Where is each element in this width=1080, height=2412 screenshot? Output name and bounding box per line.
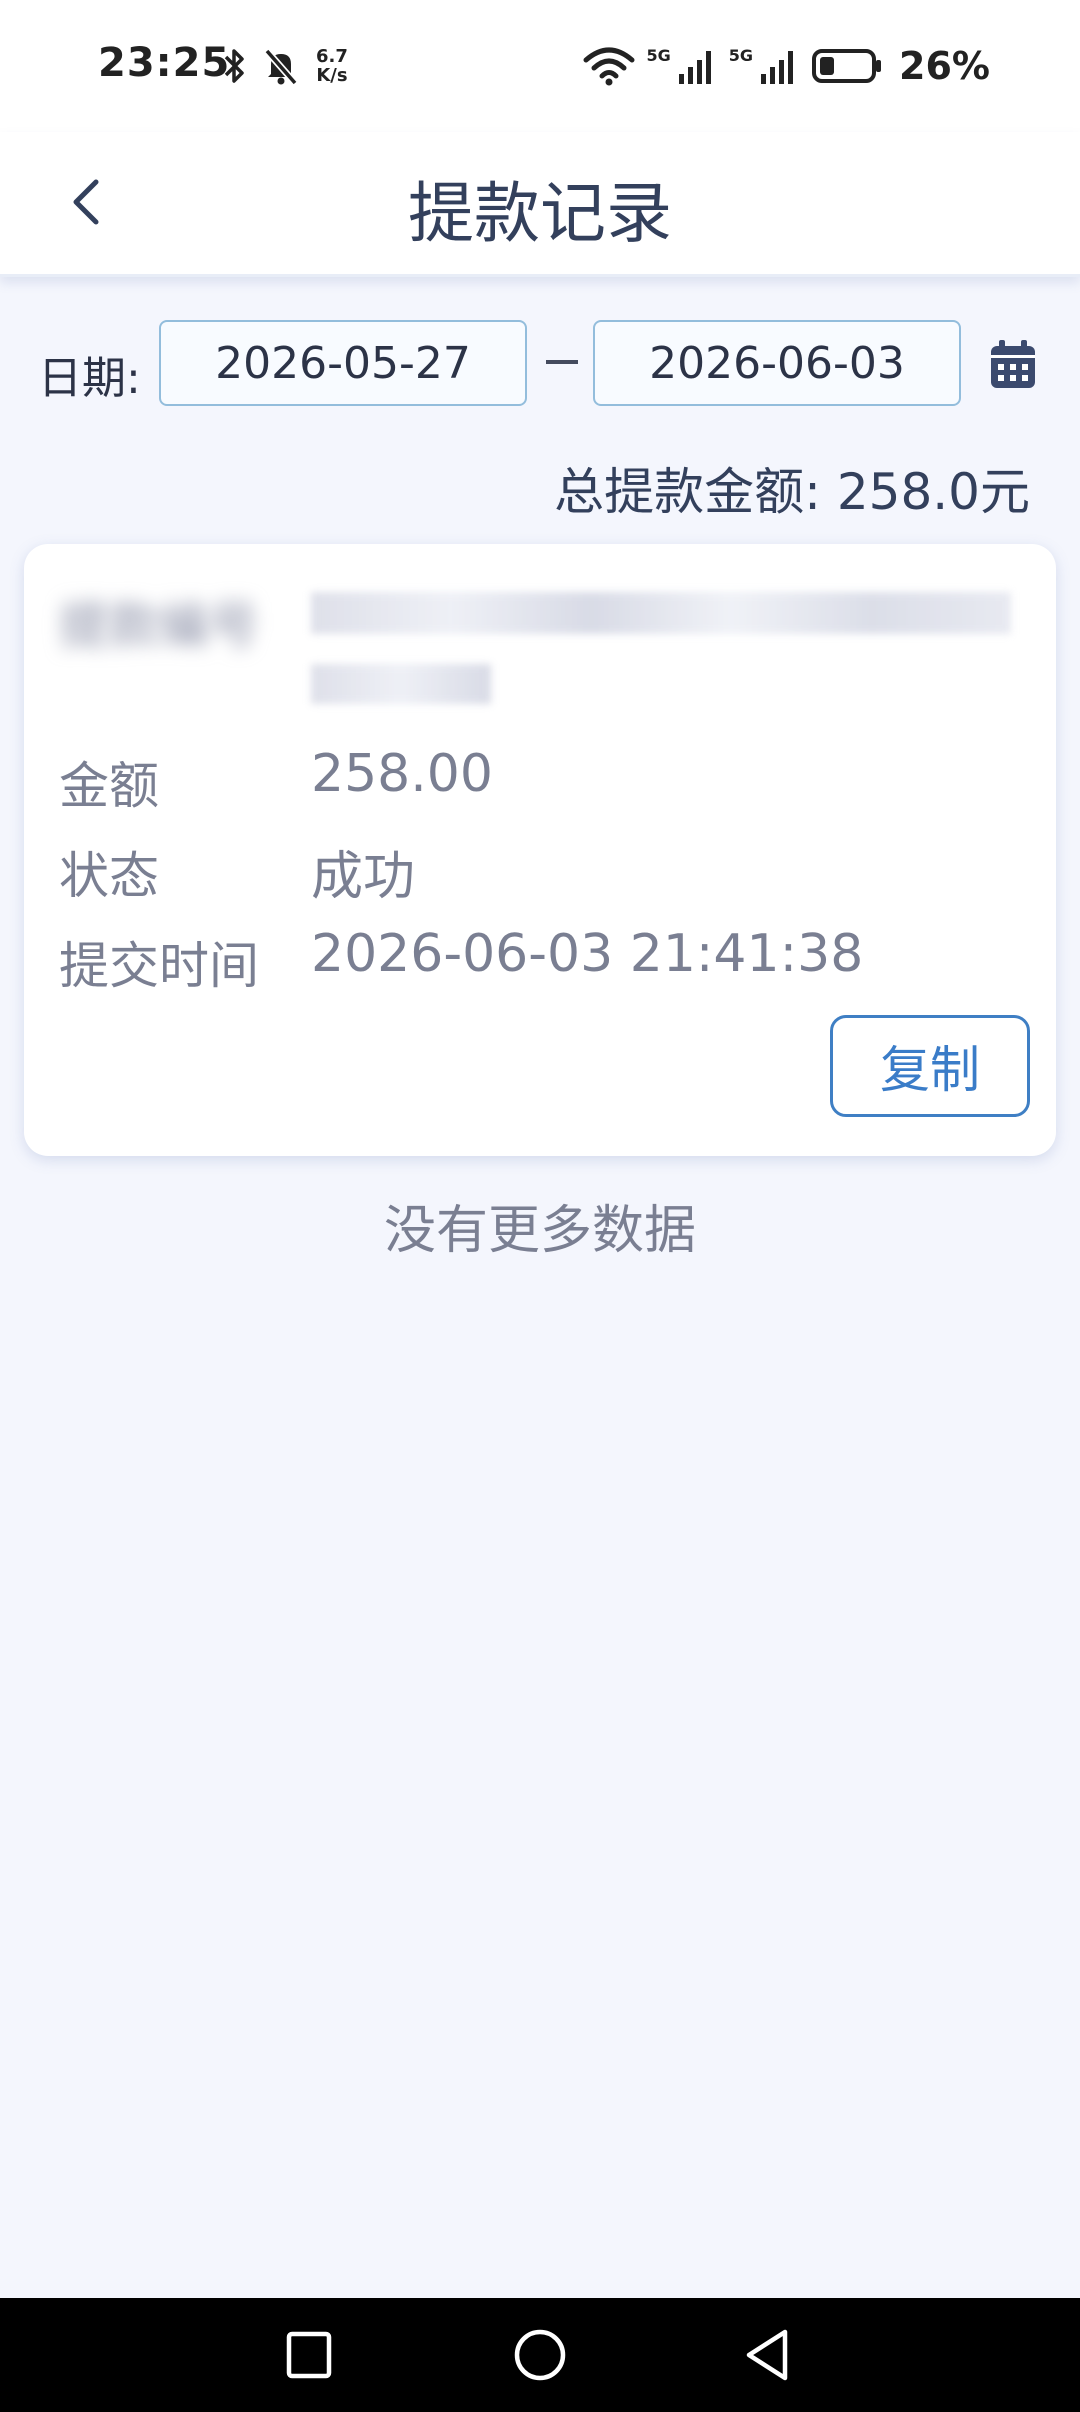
battery-icon	[812, 49, 882, 83]
end-date-field[interactable]: 2026-06-03	[593, 320, 961, 406]
record-id-value-redacted	[311, 584, 1023, 708]
page-title: 提款记录	[408, 175, 672, 252]
total-withdrawal-amount: 总提款金额: 258.0元	[554, 463, 1030, 521]
wifi-icon	[583, 47, 634, 86]
submit-time-label: 提交时间	[59, 937, 259, 995]
status-icons-right: 5G 5G 26%	[583, 42, 990, 90]
sim2-network-type: 5G	[728, 46, 754, 65]
date-range-separator	[546, 360, 578, 364]
back-nav-button[interactable]	[735, 2320, 805, 2390]
recent-apps-button[interactable]	[274, 2320, 344, 2390]
network-speed-unit: K/s	[316, 65, 348, 86]
status-icons-left: 6.7 K/s	[222, 44, 348, 88]
signal-icon	[678, 51, 711, 84]
amount-label: 金额	[59, 757, 159, 815]
calendar-icon[interactable]	[988, 338, 1038, 392]
no-more-data-text: 没有更多数据	[383, 1201, 696, 1261]
silent-bell-icon	[264, 48, 298, 86]
status-time: 23:25	[98, 40, 231, 86]
system-navigation-bar	[0, 2298, 1080, 2412]
status-label: 状态	[59, 847, 159, 905]
network-speed: 6.7 K/s	[316, 47, 348, 85]
status-bar: 23:25 6.7 K/s 5G 5G 26%	[0, 0, 1080, 132]
home-button[interactable]	[505, 2320, 575, 2390]
signal-icon	[761, 51, 794, 84]
copy-button[interactable]: 复制	[830, 1015, 1030, 1117]
sim1-network-type: 5G	[646, 46, 671, 65]
start-date-field[interactable]: 2026-05-27	[159, 320, 527, 406]
date-label: 日期:	[38, 353, 141, 404]
record-id-label: 提款编号	[59, 597, 259, 655]
date-filter: 日期: 2026-05-27 2026-06-03	[0, 320, 1080, 412]
app-header: 提款记录	[0, 132, 1080, 277]
battery-percent: 26%	[899, 44, 990, 88]
network-speed-value: 6.7	[316, 46, 348, 67]
submit-time-value: 2026-06-03 21:41:38	[311, 924, 864, 984]
amount-value: 258.00	[311, 744, 493, 804]
withdrawal-record-card: 提款编号 金额 258.00 状态 成功 提交时间 2026-06-03 21:…	[24, 544, 1056, 1156]
bluetooth-icon	[224, 49, 244, 83]
status-value: 成功	[311, 847, 416, 907]
